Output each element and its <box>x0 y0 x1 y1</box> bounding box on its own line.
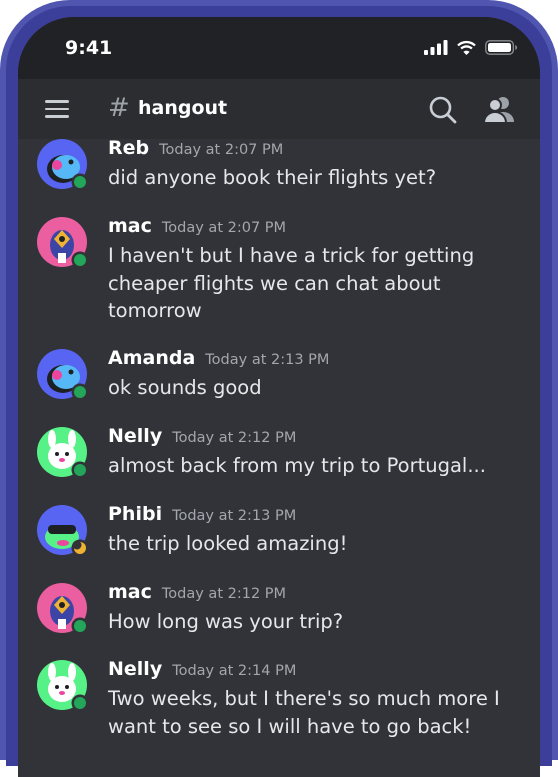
username-text[interactable]: Phibi <box>108 503 162 525</box>
avatar[interactable] <box>35 215 91 271</box>
timestamp: Today at 2:07 PM <box>161 220 287 236</box>
username-text[interactable]: Amanda <box>108 347 195 369</box>
message-text: How long was your trip? <box>108 610 344 633</box>
menu-icon-line <box>45 115 69 118</box>
message-text: almost back from my trip to Portugal... <box>108 454 486 477</box>
battery-icon <box>485 40 518 55</box>
wifi-icon <box>457 40 476 55</box>
avatar[interactable] <box>35 347 91 403</box>
username[interactable]: Amanda Today at 2:13 PM <box>108 347 329 369</box>
timestamp: Today at 2:14 PM <box>172 663 297 679</box>
username[interactable]: mac Today at 2:12 PM <box>108 581 286 603</box>
members-button[interactable] <box>482 95 515 125</box>
username[interactable]: Nelly Today at 2:14 PM <box>108 658 296 680</box>
channel-name: hangout <box>138 97 228 119</box>
menu-button[interactable] <box>45 100 69 118</box>
avatar[interactable] <box>35 425 91 481</box>
timestamp: Today at 2:13 PM <box>205 352 330 368</box>
status-time: 9:41 <box>65 37 113 59</box>
search-icon <box>429 96 457 124</box>
channel-hash-icon: # <box>108 93 130 123</box>
members-icon <box>482 97 514 124</box>
username[interactable]: Phibi Today at 2:13 PM <box>108 503 296 525</box>
username-text[interactable]: mac <box>108 581 152 603</box>
timestamp: Today at 2:12 PM <box>172 430 297 446</box>
username-text[interactable]: Nelly <box>108 658 162 680</box>
channel-header: # hangout <box>18 79 540 139</box>
status-icons <box>424 40 518 55</box>
username[interactable]: mac Today at 2:07 PM <box>108 215 286 237</box>
username[interactable]: Reb Today at 2:07 PM <box>108 137 283 159</box>
message-text: I haven't but I have a trick for getting… <box>108 244 475 322</box>
menu-icon-line <box>45 107 69 111</box>
message-text: the trip looked amazing! <box>108 532 348 555</box>
avatar[interactable] <box>35 581 91 637</box>
phone-screen: 9:41 # hangout Reb Today at 2:07 PM did … <box>18 17 540 777</box>
menu-icon <box>45 100 69 103</box>
username-text[interactable]: Reb <box>108 137 149 159</box>
message-text: ok sounds good <box>108 376 262 399</box>
avatar[interactable] <box>35 658 91 714</box>
username[interactable]: Nelly Today at 2:12 PM <box>108 425 296 447</box>
timestamp: Today at 2:12 PM <box>161 586 287 602</box>
username-text[interactable]: Nelly <box>108 425 162 447</box>
status-bar: 9:41 <box>18 17 540 79</box>
message-text: did anyone book their flights yet? <box>108 166 437 189</box>
timestamp: Today at 2:07 PM <box>159 142 284 158</box>
timestamp: Today at 2:13 PM <box>172 508 297 524</box>
signal-icon <box>424 40 448 55</box>
avatar[interactable] <box>35 137 91 193</box>
message-text: Two weeks, but I there's so much more I … <box>108 687 500 738</box>
search-button[interactable] <box>428 95 458 125</box>
username-text[interactable]: mac <box>108 215 152 237</box>
avatar[interactable] <box>35 503 91 559</box>
